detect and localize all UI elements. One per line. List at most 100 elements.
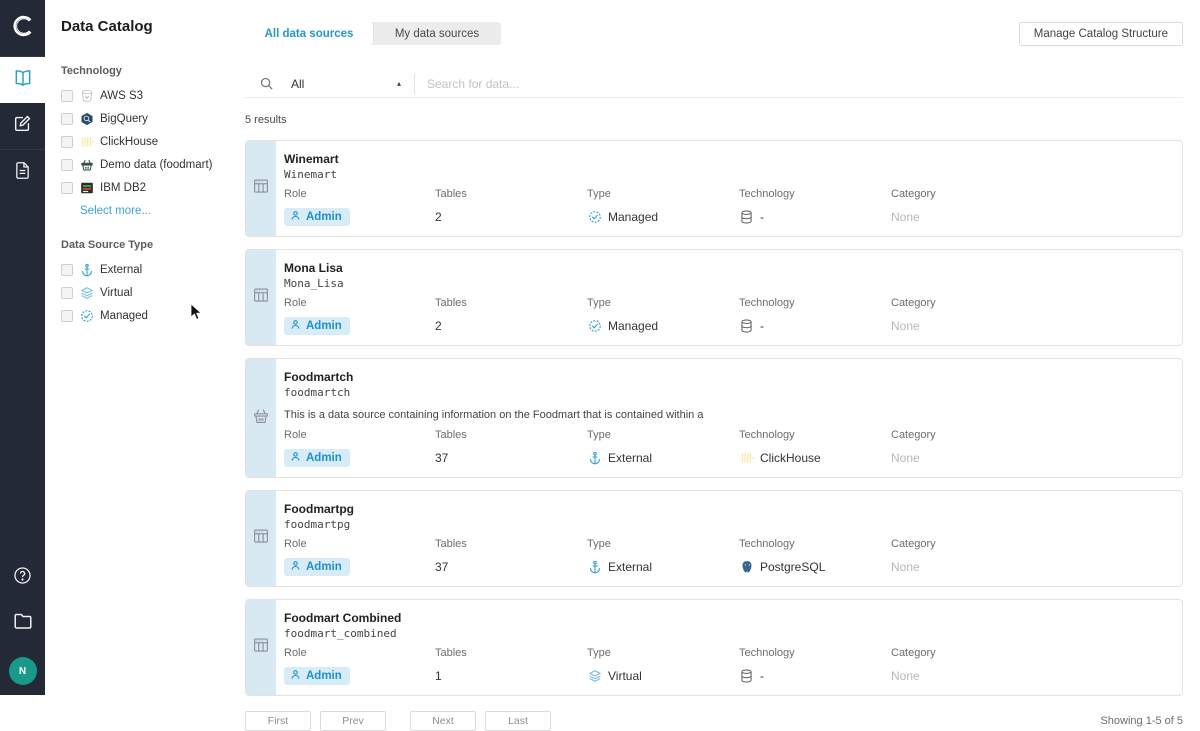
filter-label: External xyxy=(100,264,143,276)
page-title: Data Catalog xyxy=(61,18,153,35)
role-value: Admin xyxy=(306,561,342,573)
postgresql-icon xyxy=(739,560,754,575)
select-more-link[interactable]: Select more... xyxy=(61,205,235,217)
category-value: None xyxy=(891,560,920,574)
ibm-db2-icon xyxy=(79,181,94,196)
data-source-title: Foodmartpg xyxy=(284,502,354,516)
card-body: Foodmartpg foodmartpg Role Admin Tables … xyxy=(276,491,1182,586)
role-value: Admin xyxy=(306,211,342,223)
filter-label: Demo data (foodmart) xyxy=(100,159,213,171)
column-label: Tables xyxy=(435,429,467,441)
search-icon xyxy=(258,76,274,92)
tab-my-data-sources[interactable]: My data sources xyxy=(373,22,501,45)
pagination: First Prev Next Last Showing 1-5 of 5 xyxy=(245,711,1183,731)
app-logo[interactable] xyxy=(0,0,45,57)
pagination-summary: Showing 1-5 of 5 xyxy=(1100,715,1183,727)
aws-s3-icon xyxy=(79,89,94,104)
source-type-filter-heading: Data Source Type xyxy=(61,239,154,251)
card-body: Mona Lisa Mona_Lisa Role Admin Tables 2 xyxy=(276,250,1182,345)
database-icon xyxy=(739,669,754,684)
technology-column: Technology ClickHouse xyxy=(739,429,891,467)
data-source-card[interactable]: Foodmart Combined foodmart_combined Role… xyxy=(245,599,1183,696)
ibm-db2-checkbox[interactable] xyxy=(61,182,73,194)
tables-column: Tables 2 xyxy=(435,188,587,226)
data-source-title: Foodmart Combined xyxy=(284,611,402,625)
column-label: Tables xyxy=(435,188,467,200)
pagination-last-button[interactable]: Last xyxy=(485,711,551,731)
table-icon xyxy=(252,527,270,550)
manage-catalog-structure-button[interactable]: Manage Catalog Structure xyxy=(1018,22,1183,46)
tab-all-data-sources[interactable]: All data sources xyxy=(245,22,373,45)
card-columns: Role Admin Tables 37 Type External Techn… xyxy=(284,429,1166,467)
type-value: Virtual xyxy=(608,669,642,683)
virtual-checkbox[interactable] xyxy=(61,287,73,299)
results-count: 5 results xyxy=(245,114,287,126)
tabbar: All data sources My data sources xyxy=(245,22,501,45)
column-label: Role xyxy=(284,297,307,309)
technology-value: ClickHouse xyxy=(760,451,821,465)
bigquery-checkbox[interactable] xyxy=(61,113,73,125)
card-columns: Role Admin Tables 2 Type Managed Technol… xyxy=(284,188,1166,226)
virtual-icon xyxy=(587,669,602,684)
card-type-strip xyxy=(246,600,276,695)
tables-column: Tables 2 xyxy=(435,297,587,335)
document-icon xyxy=(14,161,31,185)
card-body: Winemart Winemart Role Admin Tables 2 Ty… xyxy=(276,141,1182,236)
filter-label: ClickHouse xyxy=(100,136,159,148)
role-badge: Admin xyxy=(284,667,350,685)
card-type-strip xyxy=(246,491,276,586)
filter-item-bigquery: BigQuery xyxy=(61,110,235,128)
demo-data-checkbox[interactable] xyxy=(61,159,73,171)
filter-panel: Data Catalog Technology AWS S3 BigQuery … xyxy=(45,0,245,695)
category-column: Category None xyxy=(891,538,1166,576)
managed-check-icon xyxy=(79,309,94,324)
role-badge: Admin xyxy=(284,558,350,576)
data-source-card[interactable]: Mona Lisa Mona_Lisa Role Admin Tables 2 xyxy=(245,249,1183,346)
type-value: Managed xyxy=(608,319,659,333)
column-label: Tables xyxy=(435,538,467,550)
data-source-code: Winemart xyxy=(284,168,337,181)
search-scope-select[interactable]: All ▴ xyxy=(291,77,401,91)
filter-label: IBM DB2 xyxy=(100,182,147,194)
column-label: Role xyxy=(284,429,307,441)
data-catalog-screen: N Data Catalog Technology AWS S3 BigQuer… xyxy=(0,0,1200,731)
pagination-first-button[interactable]: First xyxy=(245,711,311,731)
technology-value: - xyxy=(760,319,764,333)
data-source-card[interactable]: Foodmartch foodmartch This is a data sou… xyxy=(245,358,1183,478)
clickhouse-checkbox[interactable] xyxy=(61,136,73,148)
role-badge: Admin xyxy=(284,449,350,467)
card-body: Foodmart Combined foodmart_combined Role… xyxy=(276,600,1182,695)
category-column: Category None xyxy=(891,297,1166,335)
pagination-prev-button[interactable]: Prev xyxy=(320,711,386,731)
tables-value: 2 xyxy=(435,210,442,224)
app-sidebar: N xyxy=(0,0,45,695)
filter-item-clickhouse: ClickHouse xyxy=(61,133,235,151)
search-input[interactable] xyxy=(427,76,1183,91)
folder-icon[interactable] xyxy=(13,612,33,635)
role-value: Admin xyxy=(306,670,342,682)
search-bar: All ▴ xyxy=(245,70,1183,98)
cluedin-logo-icon xyxy=(9,12,37,45)
category-value: None xyxy=(891,210,920,224)
technology-value: PostgreSQL xyxy=(760,560,826,574)
main-content: All data sources My data sources Manage … xyxy=(245,0,1183,731)
sidebar-item-data-catalog[interactable] xyxy=(0,57,45,103)
column-label: Category xyxy=(891,647,936,659)
bigquery-icon xyxy=(79,112,94,127)
sidebar-item-documents[interactable] xyxy=(0,149,45,195)
pagination-next-button[interactable]: Next xyxy=(410,711,476,731)
column-label: Type xyxy=(587,429,611,441)
data-source-card[interactable]: Winemart Winemart Role Admin Tables 2 Ty… xyxy=(245,140,1183,237)
card-columns: Role Admin Tables 1 Type Virtual Technol… xyxy=(284,647,1166,685)
aws-s3-checkbox[interactable] xyxy=(61,90,73,102)
help-icon[interactable] xyxy=(13,566,32,590)
data-source-code: foodmartpg xyxy=(284,518,351,531)
external-checkbox[interactable] xyxy=(61,264,73,276)
managed-checkbox[interactable] xyxy=(61,310,73,322)
role-column: Role Admin xyxy=(284,538,435,576)
sidebar-item-edit[interactable] xyxy=(0,103,45,149)
data-source-card[interactable]: Foodmartpg foodmartpg Role Admin Tables … xyxy=(245,490,1183,587)
user-avatar[interactable]: N xyxy=(8,657,37,685)
column-label: Type xyxy=(587,538,611,550)
person-icon xyxy=(290,451,301,465)
